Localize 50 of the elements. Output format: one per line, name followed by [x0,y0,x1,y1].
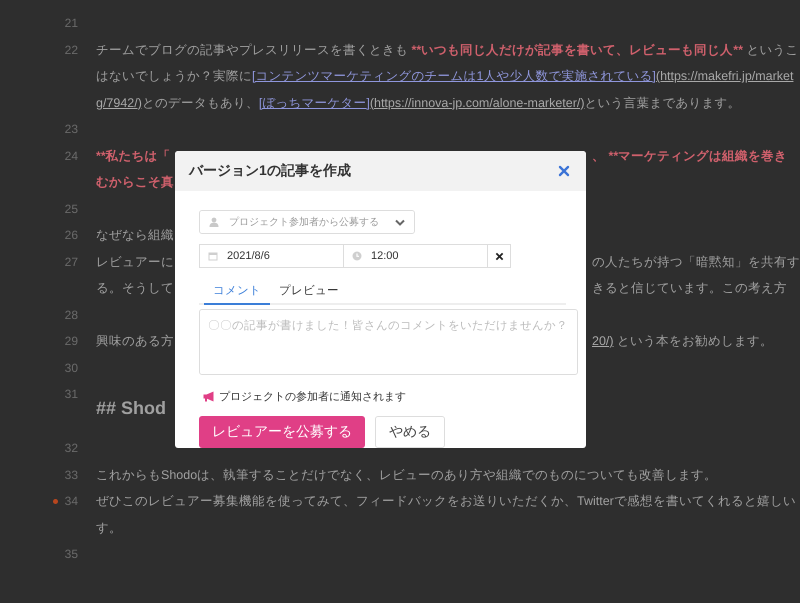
text-run: レビュアーに [96,254,174,268]
submit-button[interactable]: レビュアーを公募する [199,416,365,448]
line-number: 23 [64,121,79,138]
line-number: 35 [64,546,79,563]
text-run: という本をお勧めします。 [616,334,774,348]
text-run: る。そうして [96,281,174,295]
bold-text: **私たちは「 [96,148,171,162]
text-run: チームでブログの記事やプレスリリースを書くときも [96,42,409,56]
tab[interactable]: コメント [204,279,270,305]
date-field[interactable]: 2021/8/6 [199,244,344,268]
text-run: なぜなら組織 [96,228,174,242]
text-run: はないでしょうか？実際に [96,69,252,83]
line-number: 29 [64,333,79,350]
text-run: という言葉まであります。 [584,96,740,110]
link-url: 20/) [592,334,614,348]
line-number: 33 [64,466,79,484]
line-number: 21 [64,15,79,32]
time-field[interactable]: 12:00 [343,244,488,268]
link-text: [ぼっちマーケター] [258,96,370,110]
comment-field[interactable]: 〇〇の記事が書けました！皆さんのコメントをいただけませんか？ [199,309,578,375]
line-number: 32 [64,440,79,457]
line-number: 31 [64,386,79,403]
bold-text: むからこそ真 [96,175,174,189]
dialog-title: バージョン1の記事を作成 [189,162,351,180]
text-run: というこ [745,42,798,56]
text-run: とのデータもあり、 [142,96,259,110]
text-run: ぜひこのレビュアー募集機能を使ってみて、フィードバックをお送りいただくか、Twitterで感想を書いてくれると嬉しい [96,494,796,508]
link-url: g/7942/) [96,96,142,110]
line-number: 28 [64,306,79,324]
line-number: 30 [64,360,79,376]
text-run: す。 [96,520,122,534]
text-run: これからもShodoは、執筆することだけでなく、レビューのあり方や組織でのものについても改善します。 [96,468,718,482]
line-number: 24 [64,148,79,164]
text-run: 興味のある方 [96,334,174,348]
link-url: (https://innova-jp.com/alone-marketer/) [370,96,584,110]
tab[interactable]: プレビュー [270,279,348,305]
line-number: 25 [64,200,79,218]
bold-text: **いつも同じ人だけが記事を書いて、レビューも同じ人** [411,42,743,56]
line-number: 27 [64,254,79,270]
line-number: 26 [64,227,79,244]
cancel-button[interactable]: やめる [375,416,445,448]
link-text: [コンテンツマーケティングのチームは1人や少人数で実施されている] [252,69,656,83]
markdown-heading: ## Shod [96,398,166,418]
text-run: きると信じています。この考え方 [592,281,787,295]
notice-text: プロジェクトの参加者に通知されます [219,390,406,404]
link-url: (https://makefri.jp/market [656,69,794,83]
line-number: 34 [64,493,79,510]
line-number: 22 [64,42,79,58]
bold-text: 、 **マーケティングは組織を巻き [592,148,788,162]
text-run: の人たちが持つ「暗黙知」を共有す [592,254,800,268]
